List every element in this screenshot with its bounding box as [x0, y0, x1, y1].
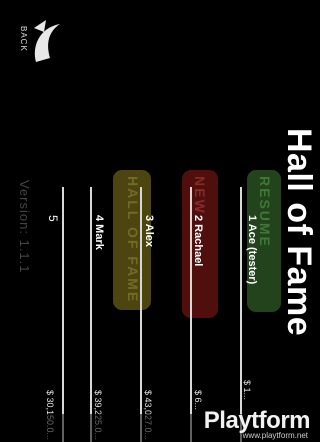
- row-divider: [140, 187, 142, 442]
- back-arrow-icon[interactable]: [30, 18, 66, 64]
- score-entry-name: 5: [46, 215, 60, 222]
- row-divider: [62, 187, 64, 442]
- watermark-url: www.playtform.net: [242, 431, 308, 440]
- resume-label: RESUME: [257, 176, 273, 248]
- score-entry-name: 4 Mark: [93, 215, 105, 250]
- new-label: NEW: [192, 176, 208, 215]
- back-label[interactable]: BACK: [19, 26, 28, 52]
- score-entry-name: 2 Rachael: [192, 215, 204, 267]
- version-label: Version: 1.1.1: [17, 180, 32, 274]
- row-divider: [90, 187, 92, 442]
- score-entry-value: $ 1...: [242, 380, 252, 401]
- score-entry-value: $ 6...: [193, 390, 203, 411]
- hall-of-fame-label: HALL OF FAME: [125, 176, 141, 304]
- page-title: Hall of Fame: [280, 128, 318, 337]
- score-entry-name: 3 Alex: [143, 215, 155, 248]
- row-divider: [240, 187, 242, 442]
- score-entry-name: 1 Ace (tester): [246, 215, 258, 285]
